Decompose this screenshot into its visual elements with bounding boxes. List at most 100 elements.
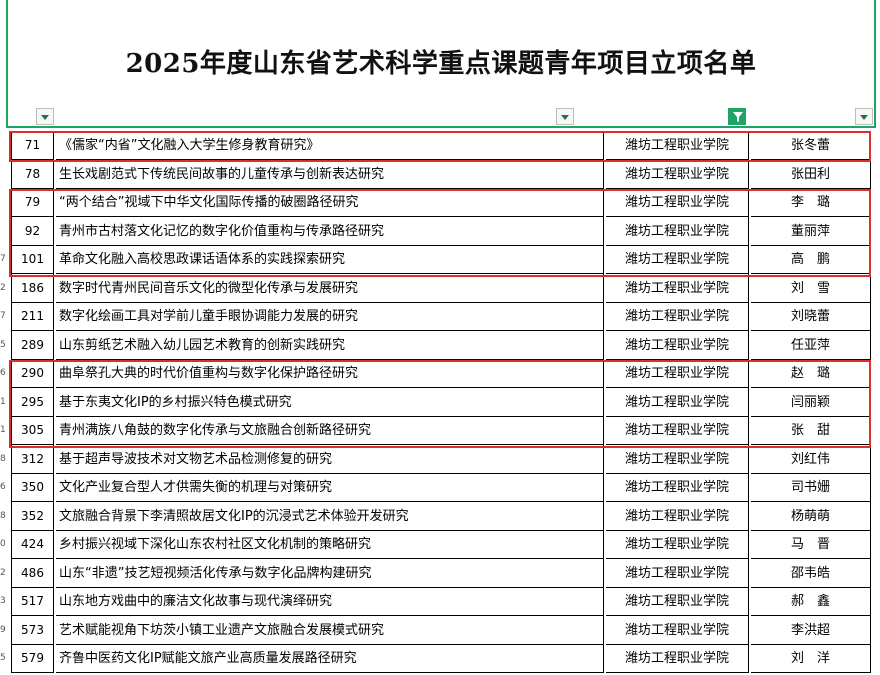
- institution-cell[interactable]: 潍坊工程职业学院: [606, 131, 749, 160]
- row-number-cell[interactable]: 350: [11, 473, 54, 502]
- page-title: 2025年度山东省艺术科学重点课题青年项目立项名单: [125, 49, 757, 79]
- institution-cell[interactable]: 潍坊工程职业学院: [606, 388, 749, 417]
- filter-dropdown-icon[interactable]: [855, 108, 873, 125]
- row-number-cell[interactable]: 579: [11, 644, 54, 673]
- project-title-cell[interactable]: 生长戏剧范式下传统民间故事的儿童传承与创新表达研究: [56, 160, 604, 189]
- person-cell[interactable]: 赵 璐: [751, 359, 871, 388]
- institution-cell[interactable]: 潍坊工程职业学院: [606, 587, 749, 616]
- row-number-cell[interactable]: 312: [11, 445, 54, 474]
- project-title-cell[interactable]: 文旅融合背景下李清照故居文化IP的沉浸式艺术体验开发研究: [56, 502, 604, 531]
- table-row: 92 青州市古村落文化记忆的数字化价值重构与传承路径研究 潍坊工程职业学院 董丽萍: [0, 217, 880, 246]
- row-number-cell[interactable]: 186: [11, 274, 54, 303]
- institution-cell[interactable]: 潍坊工程职业学院: [606, 160, 749, 189]
- row-number-cell[interactable]: 211: [11, 302, 54, 331]
- row-edge-label: 5: [0, 340, 6, 350]
- filter-dropdown-icon[interactable]: [36, 108, 54, 125]
- project-title-cell[interactable]: 文化产业复合型人才供需失衡的机理与对策研究: [56, 473, 604, 502]
- institution-cell[interactable]: 潍坊工程职业学院: [606, 445, 749, 474]
- project-title-cell[interactable]: 数字化绘画工具对学前儿童手眼协调能力发展的研究: [56, 302, 604, 331]
- project-title-cell[interactable]: 乡村振兴视域下深化山东农村社区文化机制的策略研究: [56, 530, 604, 559]
- project-title-cell[interactable]: 青州满族八角鼓的数字化传承与文旅融合创新路径研究: [56, 416, 604, 445]
- institution-cell[interactable]: 潍坊工程职业学院: [606, 559, 749, 588]
- person-cell[interactable]: 李洪超: [751, 616, 871, 645]
- row-number-cell[interactable]: 289: [11, 331, 54, 360]
- table-row: 79 “两个结合”视域下中华文化国际传播的破圈路径研究 潍坊工程职业学院李 璐: [0, 188, 880, 217]
- person-cell[interactable]: 刘晓蕾: [751, 302, 871, 331]
- person-cell[interactable]: 司书姗: [751, 473, 871, 502]
- row-number-cell[interactable]: 71: [11, 131, 54, 160]
- row-edge-label: 5: [0, 653, 6, 663]
- project-title-cell[interactable]: 艺术赋能视角下坊茨小镇工业遗产文旅融合发展模式研究: [56, 616, 604, 645]
- row-number-cell[interactable]: 424: [11, 530, 54, 559]
- row-number-cell[interactable]: 79: [11, 188, 54, 217]
- institution-cell[interactable]: 潍坊工程职业学院: [606, 473, 749, 502]
- row-number-cell[interactable]: 305: [11, 416, 54, 445]
- project-title-cell[interactable]: “两个结合”视域下中华文化国际传播的破圈路径研究: [56, 188, 604, 217]
- filter-active-icon[interactable]: [728, 108, 746, 125]
- institution-cell[interactable]: 潍坊工程职业学院: [606, 188, 749, 217]
- project-title-cell[interactable]: 基于东夷文化IP的乡村振兴特色模式研究: [56, 388, 604, 417]
- institution-cell[interactable]: 潍坊工程职业学院: [606, 530, 749, 559]
- person-cell[interactable]: 张冬蕾: [751, 131, 871, 160]
- institution-cell[interactable]: 潍坊工程职业学院: [606, 416, 749, 445]
- table-row: 9 573 艺术赋能视角下坊茨小镇工业遗产文旅融合发展模式研究 潍坊工程职业学院 李洪超: [0, 616, 880, 645]
- project-title-cell[interactable]: 山东地方戏曲中的廉洁文化故事与现代演绎研究: [56, 587, 604, 616]
- table-row: 8 352 文旅融合背景下李清照故居文化IP的沉浸式艺术体验开发研究 潍坊工程职业学院…: [0, 502, 880, 531]
- row-number-cell[interactable]: 486: [11, 559, 54, 588]
- table-row: 7 101 革命文化融入高校思政课话语体系的实践探索研究 潍坊工程职业学院高 鹏: [0, 245, 880, 274]
- filter-dropdown-icon[interactable]: [556, 108, 574, 125]
- row-number-cell[interactable]: 92: [11, 217, 54, 246]
- row-number-cell[interactable]: 295: [11, 388, 54, 417]
- institution-cell[interactable]: 潍坊工程职业学院: [606, 274, 749, 303]
- person-cell[interactable]: 刘 雪: [751, 274, 871, 303]
- row-number-cell[interactable]: 352: [11, 502, 54, 531]
- project-title-cell[interactable]: 基于超声导波技术对文物艺术品检测修复的研究: [56, 445, 604, 474]
- institution-cell[interactable]: 潍坊工程职业学院: [606, 359, 749, 388]
- row-number-cell[interactable]: 573: [11, 616, 54, 645]
- row-number-cell[interactable]: 290: [11, 359, 54, 388]
- institution-cell[interactable]: 潍坊工程职业学院: [606, 331, 749, 360]
- person-cell[interactable]: 杨萌萌: [751, 502, 871, 531]
- row-number-cell[interactable]: 101: [11, 245, 54, 274]
- row-edge-label: 0: [0, 539, 6, 549]
- table-row: 78 生长戏剧范式下传统民间故事的儿童传承与创新表达研究 潍坊工程职业学院 张田利: [0, 160, 880, 189]
- institution-cell[interactable]: 潍坊工程职业学院: [606, 616, 749, 645]
- project-title-cell[interactable]: 山东剪纸艺术融入幼儿园艺术教育的创新实践研究: [56, 331, 604, 360]
- person-cell[interactable]: 刘红伟: [751, 445, 871, 474]
- person-cell[interactable]: 任亚萍: [751, 331, 871, 360]
- table-row: 71 《儒家“内省”文化融入大学生修身教育研究》 潍坊工程职业学院 张冬蕾: [0, 131, 880, 160]
- row-number-cell[interactable]: 517: [11, 587, 54, 616]
- row-edge-label: 9: [0, 625, 6, 635]
- row-number-cell[interactable]: 78: [11, 160, 54, 189]
- person-cell[interactable]: 张 甜: [751, 416, 871, 445]
- row-edge-label: 2: [0, 568, 6, 578]
- row-edge-label: 8: [0, 454, 6, 464]
- spreadsheet: 2025年度山东省艺术科学重点课题青年项目立项名单 71 《儒家“内省”文化融入大…: [0, 0, 880, 675]
- table-row: 1 295 基于东夷文化IP的乡村振兴特色模式研究 潍坊工程职业学院 闫丽颖: [0, 388, 880, 417]
- person-cell[interactable]: 闫丽颖: [751, 388, 871, 417]
- row-edge-label: 6: [0, 368, 6, 378]
- person-cell[interactable]: 郝 鑫: [751, 587, 871, 616]
- person-cell[interactable]: 董丽萍: [751, 217, 871, 246]
- project-title-cell[interactable]: 齐鲁中医药文化IP赋能文旅产业高质量发展路径研究: [56, 644, 604, 673]
- row-edge-label: [0, 217, 8, 246]
- project-title-cell[interactable]: 山东“非遗”技艺短视频活化传承与数字化品牌构建研究: [56, 559, 604, 588]
- institution-cell[interactable]: 潍坊工程职业学院: [606, 217, 749, 246]
- project-title-cell[interactable]: 数字时代青州民间音乐文化的微型化传承与发展研究: [56, 274, 604, 303]
- project-title-cell[interactable]: 《儒家“内省”文化融入大学生修身教育研究》: [56, 131, 604, 160]
- institution-cell[interactable]: 潍坊工程职业学院: [606, 245, 749, 274]
- person-cell[interactable]: 马 晋: [751, 530, 871, 559]
- project-title-cell[interactable]: 曲阜祭孔大典的时代价值重构与数字化保护路径研究: [56, 359, 604, 388]
- person-cell[interactable]: 高 鹏: [751, 245, 871, 274]
- person-cell[interactable]: 张田利: [751, 160, 871, 189]
- institution-cell[interactable]: 潍坊工程职业学院: [606, 644, 749, 673]
- row-edge-label: 8: [0, 511, 6, 521]
- person-cell[interactable]: 刘 洋: [751, 644, 871, 673]
- person-cell[interactable]: 李 璐: [751, 188, 871, 217]
- project-title-cell[interactable]: 革命文化融入高校思政课话语体系的实践探索研究: [56, 245, 604, 274]
- institution-cell[interactable]: 潍坊工程职业学院: [606, 302, 749, 331]
- person-cell[interactable]: 邵韦皓: [751, 559, 871, 588]
- institution-cell[interactable]: 潍坊工程职业学院: [606, 502, 749, 531]
- project-title-cell[interactable]: 青州市古村落文化记忆的数字化价值重构与传承路径研究: [56, 217, 604, 246]
- table-row: 6 290 曲阜祭孔大典的时代价值重构与数字化保护路径研究 潍坊工程职业学院赵 璐: [0, 359, 880, 388]
